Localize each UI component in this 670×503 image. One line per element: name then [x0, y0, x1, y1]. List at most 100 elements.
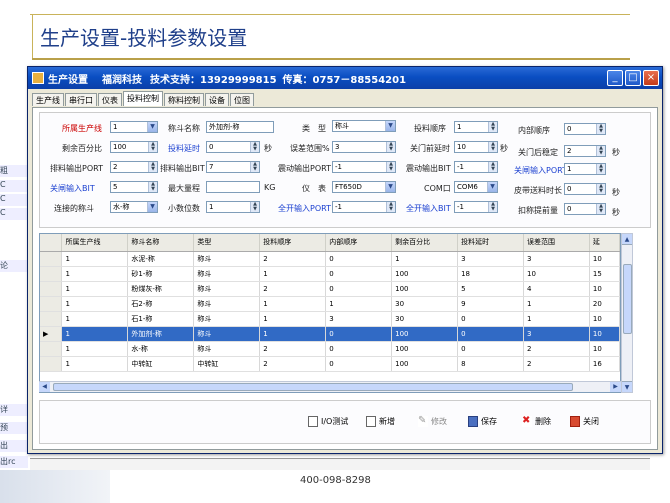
scroll-up-icon[interactable]: ▲	[622, 234, 632, 245]
spin-arrows-icon[interactable]: ▲ ▼	[250, 162, 259, 172]
row-indicator[interactable]	[40, 281, 63, 297]
remaining-percent-stepper[interactable]: 100 ▲ ▼	[110, 141, 158, 153]
table-cell[interactable]: 0	[457, 341, 524, 357]
table-cell[interactable]: 100	[391, 266, 459, 282]
spin-arrows-icon[interactable]: ▲ ▼	[488, 122, 497, 132]
spin-arrows-icon[interactable]: ▲ ▼	[596, 204, 605, 214]
column-header[interactable]: 所属生产线	[61, 234, 129, 252]
table-cell[interactable]: 1	[391, 251, 459, 267]
full-open-bit-stepper[interactable]: -1 ▲ ▼	[454, 201, 498, 213]
column-header[interactable]: 误差范围	[523, 234, 590, 252]
discharge-bit-stepper[interactable]: 7 ▲ ▼	[206, 161, 260, 173]
table-cell[interactable]: 2	[259, 341, 327, 357]
table-cell[interactable]: 称斗	[193, 251, 261, 267]
discharge-port-stepper[interactable]: 2 ▲ ▼	[110, 161, 158, 173]
table-row[interactable]: ▶ 1 外加剂-称 称斗 1 0 100 0 3 10	[40, 326, 620, 342]
spin-arrows-icon[interactable]: ▲ ▼	[148, 142, 157, 152]
scroll-thumb[interactable]	[53, 383, 573, 391]
tab-device[interactable]: 设备	[205, 93, 229, 106]
row-indicator[interactable]: ▶	[40, 326, 63, 342]
table-cell[interactable]: 石2-称	[127, 296, 195, 312]
table-cell[interactable]: 2	[523, 356, 590, 372]
spin-arrows-icon[interactable]: ▲ ▼	[386, 142, 395, 152]
save-button[interactable]: 保存	[468, 416, 497, 427]
table-cell[interactable]: 30	[391, 311, 459, 327]
decimal-places-stepper[interactable]: 1 ▲ ▼	[206, 201, 260, 213]
table-cell[interactable]: 1	[61, 311, 129, 327]
delete-button[interactable]: ✖ 删除	[522, 416, 551, 427]
table-cell[interactable]: 砂1-称	[127, 266, 195, 282]
production-line-select[interactable]: 1 ▼	[110, 121, 158, 133]
belt-duration-stepper[interactable]: 0 ▲ ▼	[564, 183, 606, 195]
table-cell[interactable]: 1	[523, 311, 590, 327]
spin-arrows-icon[interactable]: ▲ ▼	[386, 202, 395, 212]
tab-meter[interactable]: 仪表	[98, 93, 122, 106]
row-indicator[interactable]	[40, 251, 63, 267]
table-cell[interactable]: 1	[61, 326, 129, 342]
table-cell[interactable]: 100	[391, 281, 459, 297]
feed-delay-stepper[interactable]: 0 ▲ ▼	[206, 141, 260, 153]
column-header[interactable]: 内部顺序	[325, 234, 393, 252]
table-cell[interactable]: 20	[589, 296, 620, 312]
table-cell[interactable]: 0	[325, 356, 393, 372]
spin-arrows-icon[interactable]: ▲ ▼	[250, 202, 259, 212]
horizontal-scrollbar[interactable]: ◀ ▶	[39, 381, 621, 392]
table-cell[interactable]: 粉煤灰-称	[127, 281, 195, 297]
row-indicator[interactable]	[40, 296, 63, 312]
maximize-button[interactable]: □	[625, 70, 641, 86]
table-row[interactable]: 1 砂1-称 称斗 1 0 100 18 10 15	[40, 266, 620, 282]
table-cell[interactable]: 1	[259, 296, 327, 312]
io-test-button[interactable]: I/O测试	[308, 416, 348, 427]
table-cell[interactable]: 1	[61, 296, 129, 312]
table-cell[interactable]: 2	[259, 251, 327, 267]
table-cell[interactable]: 称斗	[193, 341, 261, 357]
spin-arrows-icon[interactable]: ▲ ▼	[596, 146, 605, 156]
meter-select[interactable]: FT650D ▼	[332, 181, 396, 193]
column-header[interactable]: 类型	[193, 234, 261, 252]
table-cell[interactable]: 0	[325, 266, 393, 282]
table-cell[interactable]: 10	[523, 266, 590, 282]
com-port-select[interactable]: COM6 ▼	[454, 181, 498, 193]
table-cell[interactable]: 16	[589, 356, 620, 372]
window-titlebar[interactable]: 生产设置 福润科技 技术支持：13929999815 传真：0757－88554…	[28, 67, 662, 89]
tab-production-line[interactable]: 生产线	[32, 93, 64, 106]
table-cell[interactable]: 5	[457, 281, 524, 297]
table-row[interactable]: 1 中转缸 中转缸 2 0 100 8 2 16	[40, 356, 620, 372]
table-cell[interactable]: 0	[325, 251, 393, 267]
spin-arrows-icon[interactable]: ▲ ▼	[250, 142, 259, 152]
table-cell[interactable]: 2	[523, 341, 590, 357]
spin-arrows-icon[interactable]: ▲ ▼	[596, 164, 605, 174]
scroll-down-icon[interactable]: ▼	[622, 381, 632, 392]
table-cell[interactable]: 石1-称	[127, 311, 195, 327]
vibrate-port-stepper[interactable]: -1 ▲ ▼	[332, 161, 396, 173]
table-cell[interactable]: 100	[391, 326, 459, 342]
table-cell[interactable]: 1	[61, 266, 129, 282]
table-cell[interactable]: 9	[457, 296, 524, 312]
max-range-input[interactable]	[206, 181, 260, 193]
pre-close-delay-stepper[interactable]: 10 ▲ ▼	[454, 141, 498, 153]
close-input-bit-stepper[interactable]: 5 ▲ ▼	[110, 181, 158, 193]
close-input-port-stepper[interactable]: 1 ▲ ▼	[564, 163, 606, 175]
hopper-name-input[interactable]: 外加剂-称	[206, 121, 274, 133]
spin-arrows-icon[interactable]: ▲ ▼	[596, 124, 605, 134]
minimize-button[interactable]: _	[607, 70, 623, 86]
table-row[interactable]: 1 石1-称 称斗 1 3 30 0 1 10	[40, 311, 620, 327]
spin-arrows-icon[interactable]: ▲ ▼	[148, 162, 157, 172]
table-cell[interactable]: 中转缸	[193, 356, 261, 372]
column-header[interactable]: 剩余百分比	[391, 234, 459, 252]
table-cell[interactable]: 2	[259, 356, 327, 372]
table-cell[interactable]: 10	[589, 326, 620, 342]
table-cell[interactable]: 10	[589, 341, 620, 357]
table-cell[interactable]: 1	[259, 311, 327, 327]
close-button[interactable]: 关闭	[570, 416, 599, 427]
row-indicator[interactable]	[40, 311, 63, 327]
row-indicator[interactable]	[40, 356, 63, 372]
table-cell[interactable]: 中转缸	[127, 356, 195, 372]
table-cell[interactable]: 1	[61, 251, 129, 267]
table-cell[interactable]: 水泥-称	[127, 251, 195, 267]
table-cell[interactable]: 1	[523, 296, 590, 312]
full-open-port-stepper[interactable]: -1 ▲ ▼	[332, 201, 396, 213]
error-range-stepper[interactable]: 3 ▲ ▼	[332, 141, 396, 153]
row-indicator[interactable]	[40, 266, 63, 282]
column-header[interactable]: 投料顺序	[259, 234, 327, 252]
